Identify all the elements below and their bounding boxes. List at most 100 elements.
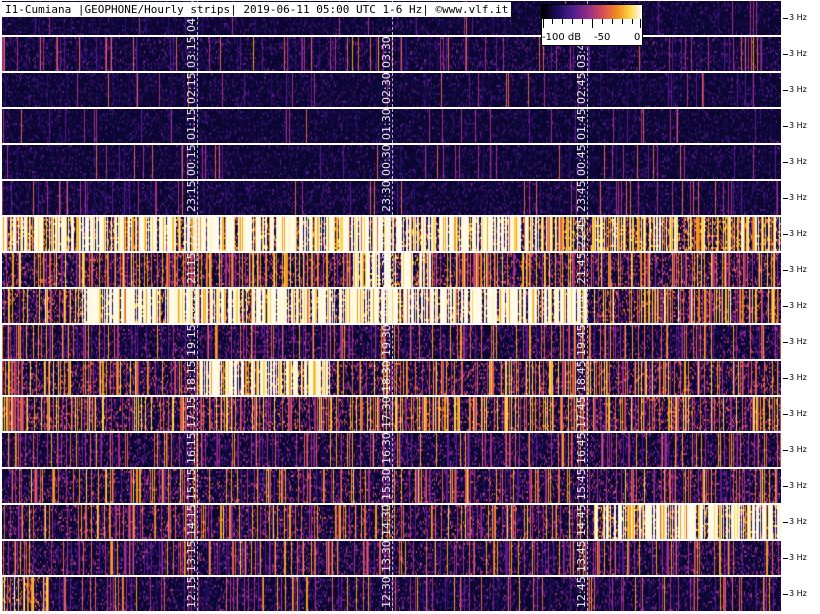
time-label: 17:15	[185, 397, 198, 428]
hourly-strip: 15:15 15:30 15:45	[2, 469, 781, 503]
frequency-label: 3 Hz	[783, 289, 820, 323]
time-label: 16:45	[575, 433, 588, 464]
time-label: 22:15	[185, 217, 198, 248]
time-label: 21:45	[575, 253, 588, 284]
frequency-label-text: 3 Hz	[789, 193, 807, 202]
time-label: 01:30	[380, 109, 393, 140]
hourly-strip: 19:15 19:30 19:45	[2, 325, 781, 359]
hourly-strip: 01:15 01:30 01:45	[2, 109, 781, 143]
time-label: 00:15	[185, 145, 198, 176]
time-label: 23:30	[380, 181, 393, 212]
hourly-strip: 22:15 22:30 22:45	[2, 217, 781, 251]
time-label: 19:45	[575, 325, 588, 356]
time-label: 19:30	[380, 325, 393, 356]
time-label: 17:45	[575, 397, 588, 428]
time-label: 14:30	[380, 505, 393, 536]
time-label: 02:30	[380, 73, 393, 104]
hourly-strip: 18:15 18:30 18:45	[2, 361, 781, 395]
time-label: 21:15	[185, 253, 198, 284]
colorbar-label-max: 0	[634, 32, 641, 43]
hourly-strip: 21:15 21:30 21:45	[2, 253, 781, 287]
time-label: 23:15	[185, 181, 198, 212]
time-label: 20:45	[575, 289, 588, 320]
frequency-label-text: 3 Hz	[789, 445, 807, 454]
frequency-label-text: 3 Hz	[789, 481, 807, 490]
frequency-label: 3 Hz	[783, 505, 820, 539]
time-label: 16:15	[185, 433, 198, 464]
time-label: 00:45	[575, 145, 588, 176]
frequency-label: 3 Hz	[783, 433, 820, 467]
frequency-label: 3 Hz	[783, 109, 820, 143]
time-label: 02:45	[575, 73, 588, 104]
frequency-label: 3 Hz	[783, 181, 820, 215]
frequency-label: 3 Hz	[783, 469, 820, 503]
time-label: 01:45	[575, 109, 588, 140]
time-label: 13:45	[575, 541, 588, 572]
colorbar-label-mid: -50	[594, 32, 611, 43]
colorbar: -100 dB -50 0	[541, 4, 643, 46]
spectrogram-canvas: 04:153 Hz03:1503:3003:453 Hz02:1502:3002…	[0, 0, 820, 614]
hourly-strip: 16:15 16:30 16:45	[2, 433, 781, 467]
frequency-label-text: 3 Hz	[789, 373, 807, 382]
time-label: 21:30	[380, 253, 393, 284]
colorbar-gradient	[541, 4, 643, 20]
hourly-strip: 00:15 00:30 00:45	[2, 145, 781, 179]
time-label: 03:15	[185, 37, 198, 68]
frequency-label-text: 3 Hz	[789, 157, 807, 166]
time-label: 17:30	[380, 397, 393, 428]
hourly-strip: 17:15 17:30 17:45	[2, 397, 781, 431]
time-label: 13:15	[185, 541, 198, 572]
frequency-label: 3 Hz	[783, 37, 820, 71]
time-label: 15:30	[380, 469, 393, 500]
frequency-label: 3 Hz	[783, 577, 820, 611]
frequency-label-text: 3 Hz	[789, 265, 807, 274]
frequency-label: 3 Hz	[783, 73, 820, 107]
time-label: 03:30	[380, 37, 393, 68]
colorbar-label-min: -100 dB	[542, 32, 582, 43]
frequency-label: 3 Hz	[783, 397, 820, 431]
hourly-strip: 23:15 23:30 23:45	[2, 181, 781, 215]
time-label: 19:15	[185, 325, 198, 356]
frequency-label: 3 Hz	[783, 325, 820, 359]
hourly-strip: 14:15 14:30 14:45	[2, 505, 781, 539]
time-label: 12:30	[380, 577, 393, 608]
frequency-label-text: 3 Hz	[789, 121, 807, 130]
hourly-strip: 02:15 02:30 02:45	[2, 73, 781, 107]
frequency-label-text: 3 Hz	[789, 49, 807, 58]
frequency-label-text: 3 Hz	[789, 301, 807, 310]
time-label: 00:30	[380, 145, 393, 176]
frequency-label-text: 3 Hz	[789, 589, 807, 598]
time-label: 18:15	[185, 361, 198, 392]
frequency-label-text: 3 Hz	[789, 13, 807, 22]
time-label: 15:45	[575, 469, 588, 500]
hourly-strip: 12:15 12:30 12:45	[2, 577, 781, 611]
time-label: 23:45	[575, 181, 588, 212]
frequency-label-text: 3 Hz	[789, 85, 807, 94]
frequency-label-text: 3 Hz	[789, 409, 807, 418]
time-label: 14:45	[575, 505, 588, 536]
hourly-strip: 03:15 03:30 03:45	[2, 37, 781, 71]
frequency-label: 3 Hz	[783, 217, 820, 251]
frequency-label-text: 3 Hz	[789, 337, 807, 346]
frequency-label: 3 Hz	[783, 253, 820, 287]
header-title: I1-Cumiana |GEOPHONE/Hourly strips| 2019…	[2, 2, 512, 17]
time-label: 12:45	[575, 577, 588, 608]
time-label: 22:30	[380, 217, 393, 248]
time-label: 22:45	[575, 217, 588, 248]
time-label: 18:45	[575, 361, 588, 392]
time-label: 13:30	[380, 541, 393, 572]
time-label: 15:15	[185, 469, 198, 500]
time-label: 16:30	[380, 433, 393, 464]
time-label: 02:15	[185, 73, 198, 104]
frequency-label-text: 3 Hz	[789, 229, 807, 238]
hourly-strip: 20:15 20:30 20:45	[2, 289, 781, 323]
frequency-label: 3 Hz	[783, 1, 820, 35]
frequency-label-text: 3 Hz	[789, 553, 807, 562]
time-label: 20:15	[185, 289, 198, 320]
frequency-label: 3 Hz	[783, 541, 820, 575]
time-label: 20:30	[380, 289, 393, 320]
time-label: 01:15	[185, 109, 198, 140]
time-label: 14:15	[185, 505, 198, 536]
frequency-label: 3 Hz	[783, 145, 820, 179]
time-label: 12:15	[185, 577, 198, 608]
